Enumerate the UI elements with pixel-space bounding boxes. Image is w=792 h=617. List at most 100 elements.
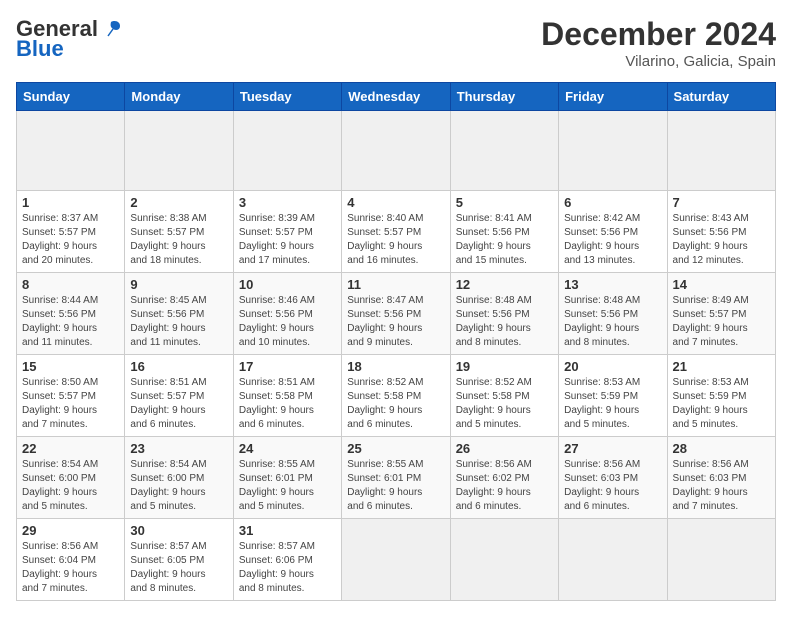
day-info: Sunrise: 8:40 AM Sunset: 5:57 PM Dayligh… [347,212,444,268]
day-number: 28 [673,441,770,456]
week-row-0 [17,111,776,191]
calendar-cell: 9Sunrise: 8:45 AM Sunset: 5:56 PM Daylig… [125,273,233,355]
calendar-cell [559,519,667,601]
day-number: 19 [456,359,553,374]
calendar-cell: 29 Sunrise: 8:56 AM Sunset: 6:04 PM Dayli… [17,519,125,601]
calendar-cell: 28Sunrise: 8:56 AM Sunset: 6:03 PM Dayli… [667,437,775,519]
logo-blue: Blue [16,36,64,62]
week-row-3: 15Sunrise: 8:50 AM Sunset: 5:57 PM Dayli… [17,355,776,437]
calendar-cell: 11 Sunrise: 8:47 AM Sunset: 5:56 PM Dayli… [342,273,450,355]
calendar-cell: 19 Sunrise: 8:52 AM Sunset: 5:58 PM Dayli… [450,355,558,437]
day-info: Sunrise: 8:43 AM Sunset: 5:56 PM Dayligh… [673,212,770,268]
calendar-cell: 23 Sunrise: 8:54 AM Sunset: 6:00 PM Dayli… [125,437,233,519]
logo-bird-icon [100,18,122,40]
day-info: Sunrise: 8:54 AM Sunset: 6:00 PM Dayligh… [130,458,227,514]
calendar-cell [559,111,667,191]
week-row-2: 8 Sunrise: 8:44 AM Sunset: 5:56 PM Daylig… [17,273,776,355]
day-info: Sunrise: 8:46 AM Sunset: 5:56 PM Dayligh… [239,294,336,350]
day-number: 27 [564,441,661,456]
calendar-table: SundayMondayTuesdayWednesdayThursdayFrid… [16,82,776,601]
week-row-1: 1Sunrise: 8:37 AM Sunset: 5:57 PM Daylig… [17,191,776,273]
day-info: Sunrise: 8:51 AM Sunset: 5:57 PM Dayligh… [130,376,227,432]
page-header: General Blue December 2024 Vilarino, Gal… [16,16,776,70]
calendar-cell: 18 Sunrise: 8:52 AM Sunset: 5:58 PM Dayli… [342,355,450,437]
day-number: 22 [22,441,119,456]
day-info: Sunrise: 8:54 AM Sunset: 6:00 PM Dayligh… [22,458,119,514]
day-info: Sunrise: 8:56 AM Sunset: 6:02 PM Dayligh… [456,458,553,514]
header-sunday: Sunday [17,83,125,111]
day-number: 30 [130,523,227,538]
calendar-cell: 2 Sunrise: 8:38 AM Sunset: 5:57 PM Daylig… [125,191,233,273]
day-number: 2 [130,195,227,210]
day-number: 9 [130,277,227,292]
day-number: 1 [22,195,119,210]
day-number: 4 [347,195,444,210]
day-number: 31 [239,523,336,538]
calendar-cell: 22 Sunrise: 8:54 AM Sunset: 6:00 PM Dayli… [17,437,125,519]
calendar-cell: 30 Sunrise: 8:57 AM Sunset: 6:05 PM Dayli… [125,519,233,601]
calendar-cell [342,111,450,191]
day-info: Sunrise: 8:56 AM Sunset: 6:04 PM Dayligh… [22,540,119,596]
day-number: 17 [239,359,336,374]
day-info: Sunrise: 8:51 AM Sunset: 5:58 PM Dayligh… [239,376,336,432]
calendar-cell: 7 Sunrise: 8:43 AM Sunset: 5:56 PM Daylig… [667,191,775,273]
day-info: Sunrise: 8:39 AM Sunset: 5:57 PM Dayligh… [239,212,336,268]
week-row-4: 22 Sunrise: 8:54 AM Sunset: 6:00 PM Dayli… [17,437,776,519]
day-info: Sunrise: 8:48 AM Sunset: 5:56 PM Dayligh… [564,294,661,350]
day-info: Sunrise: 8:48 AM Sunset: 5:56 PM Dayligh… [456,294,553,350]
header-tuesday: Tuesday [233,83,341,111]
calendar-cell: 1Sunrise: 8:37 AM Sunset: 5:57 PM Daylig… [17,191,125,273]
calendar-cell: 17 Sunrise: 8:51 AM Sunset: 5:58 PM Dayli… [233,355,341,437]
day-number: 13 [564,277,661,292]
calendar-cell [233,111,341,191]
day-number: 12 [456,277,553,292]
day-number: 8 [22,277,119,292]
day-info: Sunrise: 8:57 AM Sunset: 6:05 PM Dayligh… [130,540,227,596]
calendar-cell: 20Sunrise: 8:53 AM Sunset: 5:59 PM Dayli… [559,355,667,437]
day-info: Sunrise: 8:57 AM Sunset: 6:06 PM Dayligh… [239,540,336,596]
day-info: Sunrise: 8:44 AM Sunset: 5:56 PM Dayligh… [22,294,119,350]
day-number: 3 [239,195,336,210]
day-info: Sunrise: 8:53 AM Sunset: 5:59 PM Dayligh… [564,376,661,432]
calendar-cell [125,111,233,191]
day-number: 5 [456,195,553,210]
day-number: 23 [130,441,227,456]
calendar-cell: 13 Sunrise: 8:48 AM Sunset: 5:56 PM Dayli… [559,273,667,355]
month-title: December 2024 [541,16,776,53]
day-number: 18 [347,359,444,374]
day-info: Sunrise: 8:47 AM Sunset: 5:56 PM Dayligh… [347,294,444,350]
day-info: Sunrise: 8:56 AM Sunset: 6:03 PM Dayligh… [564,458,661,514]
calendar-cell: 4 Sunrise: 8:40 AM Sunset: 5:57 PM Daylig… [342,191,450,273]
calendar-cell [17,111,125,191]
calendar-cell: 8 Sunrise: 8:44 AM Sunset: 5:56 PM Daylig… [17,273,125,355]
calendar-cell: 25Sunrise: 8:55 AM Sunset: 6:01 PM Dayli… [342,437,450,519]
week-row-5: 29 Sunrise: 8:56 AM Sunset: 6:04 PM Dayli… [17,519,776,601]
day-info: Sunrise: 8:49 AM Sunset: 5:57 PM Dayligh… [673,294,770,350]
calendar-cell [667,519,775,601]
calendar-cell: 24Sunrise: 8:55 AM Sunset: 6:01 PM Dayli… [233,437,341,519]
day-number: 10 [239,277,336,292]
day-number: 11 [347,277,444,292]
calendar-cell: 10 Sunrise: 8:46 AM Sunset: 5:56 PM Dayli… [233,273,341,355]
day-number: 16 [130,359,227,374]
day-info: Sunrise: 8:38 AM Sunset: 5:57 PM Dayligh… [130,212,227,268]
day-info: Sunrise: 8:55 AM Sunset: 6:01 PM Dayligh… [239,458,336,514]
day-number: 7 [673,195,770,210]
day-info: Sunrise: 8:52 AM Sunset: 5:58 PM Dayligh… [347,376,444,432]
day-number: 29 [22,523,119,538]
calendar-cell: 15Sunrise: 8:50 AM Sunset: 5:57 PM Dayli… [17,355,125,437]
calendar-cell: 14 Sunrise: 8:49 AM Sunset: 5:57 PM Dayli… [667,273,775,355]
day-info: Sunrise: 8:50 AM Sunset: 5:57 PM Dayligh… [22,376,119,432]
day-info: Sunrise: 8:52 AM Sunset: 5:58 PM Dayligh… [456,376,553,432]
calendar-cell: 3 Sunrise: 8:39 AM Sunset: 5:57 PM Daylig… [233,191,341,273]
calendar-cell [450,111,558,191]
day-number: 14 [673,277,770,292]
calendar-cell: 5Sunrise: 8:41 AM Sunset: 5:56 PM Daylig… [450,191,558,273]
calendar-header-row: SundayMondayTuesdayWednesdayThursdayFrid… [17,83,776,111]
day-number: 26 [456,441,553,456]
day-info: Sunrise: 8:53 AM Sunset: 5:59 PM Dayligh… [673,376,770,432]
calendar-cell: 12 Sunrise: 8:48 AM Sunset: 5:56 PM Dayli… [450,273,558,355]
day-number: 25 [347,441,444,456]
day-number: 6 [564,195,661,210]
calendar-cell [667,111,775,191]
